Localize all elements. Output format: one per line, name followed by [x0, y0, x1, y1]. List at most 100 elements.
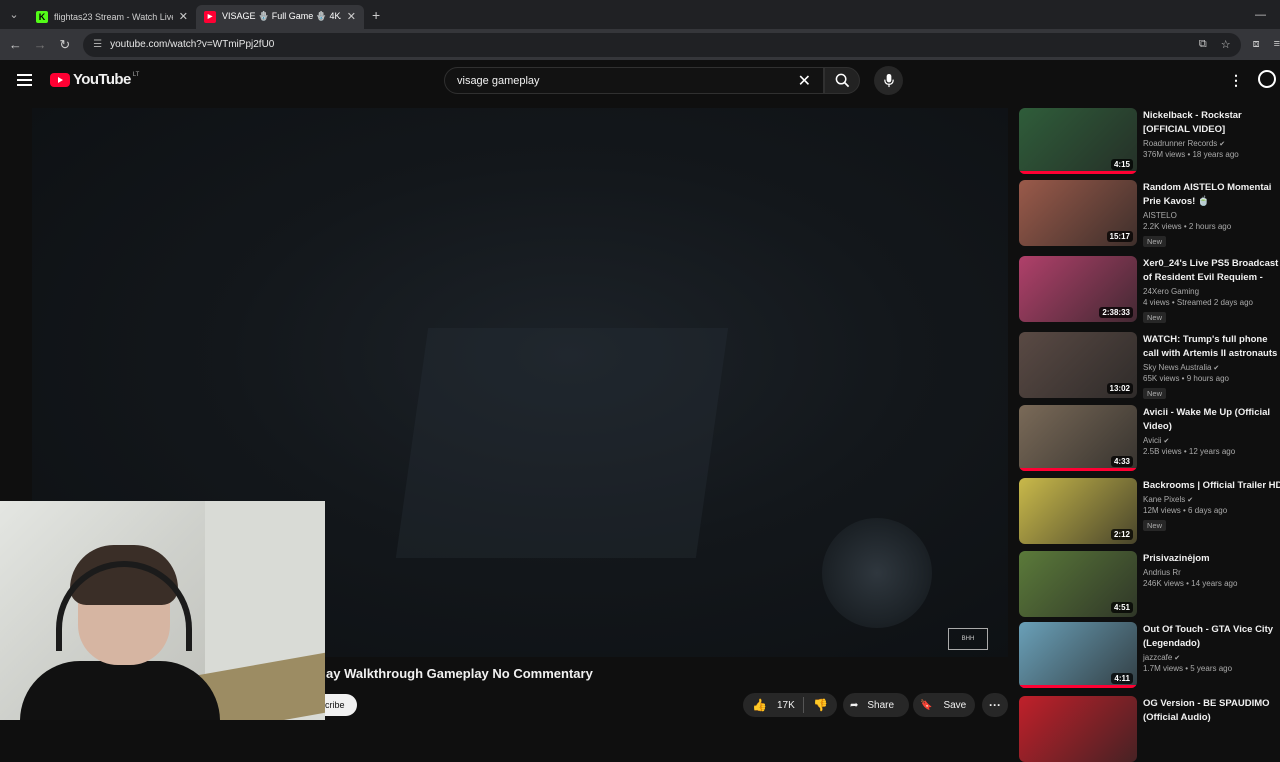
bookmark-star-icon[interactable]: ☆ — [1221, 38, 1231, 51]
new-badge: New — [1143, 520, 1167, 531]
clear-search-icon[interactable]: ✕ — [798, 71, 811, 91]
recommended-video-title[interactable]: Avicii - Wake Me Up (Official Video) — [1143, 406, 1280, 434]
recommended-video-title[interactable]: Random AISTELO Momentai Prie Kavos! 🍵 — [1143, 181, 1280, 209]
channel-name[interactable]: Roadrunner Records ✔ — [1143, 139, 1280, 148]
recommended-video[interactable]: 15:17 Random AISTELO Momentai Prie Kavos!… — [1019, 180, 1280, 247]
search-input[interactable]: visage gameplay ✕ — [444, 67, 824, 94]
address-bar[interactable]: ☰ youtube.com/watch?v=WTmiPpj2fU0 ⧉ ☆ — [83, 32, 1241, 57]
video-meta: 376M views • 18 years ago — [1143, 150, 1239, 159]
verified-icon: ✔ — [1185, 497, 1194, 504]
recommended-video-title[interactable]: Xer0_24's Live PS5 Broadcast of Resident… — [1143, 257, 1280, 285]
video-thumbnail[interactable]: 4:51 — [1019, 551, 1137, 617]
video-frame-light — [822, 518, 932, 628]
video-meta: 2.2K views • 2 hours ago — [1143, 222, 1232, 231]
video-thumbnail[interactable]: 4:33 — [1019, 405, 1137, 471]
channel-name[interactable]: jazzcafe ✔ — [1143, 653, 1280, 662]
video-info: Backrooms | Official Trailer HD Kane Pixe… — [1143, 479, 1280, 533]
recommended-video[interactable]: OG Version - BE SPAUDIMO (Official Audio… — [1019, 696, 1280, 762]
channel-name-text: Roadrunner Records — [1143, 139, 1218, 148]
close-tab-icon[interactable]: ✕ — [347, 10, 356, 23]
share-icon: ➦ — [850, 699, 859, 711]
subscribe-button[interactable]: cribe — [325, 694, 357, 716]
reload-button[interactable]: ↻ — [52, 37, 77, 53]
guide-menu-icon[interactable] — [17, 74, 32, 86]
recommended-video[interactable]: 4:33 Avicii - Wake Me Up (Official Video)… — [1019, 405, 1280, 471]
extensions-icon[interactable]: ⧈ — [1253, 38, 1260, 51]
channel-name[interactable]: Avicii ✔ — [1143, 436, 1280, 445]
video-info: Prisivazinėjom Andrius Rr 246K views • 14 … — [1143, 552, 1280, 588]
browser-menu-icon[interactable]: ≡ — [1274, 38, 1280, 51]
recommended-video[interactable]: 13:02 WATCH: Trump's full phone call with… — [1019, 332, 1280, 401]
save-label: Save — [943, 699, 967, 711]
video-duration: 4:15 — [1110, 159, 1133, 170]
channel-watermark[interactable]: BHH — [948, 628, 988, 650]
recommended-video-title[interactable]: OG Version - BE SPAUDIMO (Official Audio… — [1143, 697, 1280, 725]
recommended-video-title[interactable]: Out Of Touch - GTA Vice City (Legendado) — [1143, 623, 1280, 651]
video-thumbnail[interactable]: 4:15 — [1019, 108, 1137, 174]
save-button[interactable]: 🔖 Save — [913, 693, 975, 717]
recommended-video[interactable]: 4:15 Nickelback - Rockstar [OFFICIAL VIDE… — [1019, 108, 1280, 174]
channel-name[interactable]: Sky News Australia ✔ — [1143, 363, 1280, 372]
recommended-video-title[interactable]: WATCH: Trump's full phone call with Arte… — [1143, 333, 1280, 361]
tab-search-button[interactable]: ⌄ — [0, 0, 28, 29]
account-icon[interactable] — [1258, 70, 1276, 88]
search-button[interactable] — [824, 67, 860, 94]
recommended-video-title[interactable]: Backrooms | Official Trailer HD — [1143, 479, 1280, 493]
install-app-icon[interactable]: ⧉ — [1199, 38, 1207, 51]
video-thumbnail[interactable] — [1019, 696, 1137, 762]
settings-more-icon[interactable]: ⋮ — [1229, 72, 1243, 89]
recommended-video[interactable]: 2:12 Backrooms | Official Trailer HD Kane … — [1019, 478, 1280, 544]
voice-search-button[interactable] — [874, 66, 903, 95]
video-info: Xer0_24's Live PS5 Broadcast of Resident… — [1143, 257, 1280, 325]
new-tab-button[interactable]: + — [372, 7, 380, 23]
video-thumbnail[interactable]: 15:17 — [1019, 180, 1137, 246]
video-thumbnail[interactable]: 13:02 — [1019, 332, 1137, 398]
recommended-video[interactable]: 4:51 Prisivazinėjom Andrius Rr 246K views •… — [1019, 551, 1280, 617]
channel-name[interactable]: 24Xero Gaming — [1143, 287, 1280, 296]
youtube-header: YouTube LT visage gameplay ✕ ⋮ — [0, 60, 1280, 102]
video-duration: 15:17 — [1106, 231, 1133, 242]
search-query: visage gameplay — [457, 74, 540, 87]
verified-icon: ✔ — [1172, 655, 1181, 662]
tab-title: flightas23 Stream - Watch Live — [54, 11, 173, 22]
channel-name-text: Avicii — [1143, 436, 1162, 445]
browser-tab-kick[interactable]: K flightas23 Stream - Watch Live ✕ — [28, 5, 196, 29]
like-button[interactable]: 👍 17K — [743, 698, 803, 712]
more-horizontal-icon: ··· — [989, 698, 1001, 712]
video-frame-shape — [395, 328, 729, 558]
channel-name[interactable]: Kane Pixels ✔ — [1143, 495, 1280, 504]
video-meta: 4 views • Streamed 2 days ago — [1143, 298, 1253, 307]
share-button[interactable]: ➦ Share — [843, 693, 909, 717]
channel-name[interactable]: AISTELO — [1143, 211, 1280, 220]
recommended-video[interactable]: 2:38:33 Xer0_24's Live PS5 Broadcast of R… — [1019, 256, 1280, 325]
video-thumbnail[interactable]: 2:12 — [1019, 478, 1137, 544]
dislike-button[interactable]: 👎 — [804, 698, 828, 712]
channel-name[interactable]: Andrius Rr — [1143, 568, 1280, 577]
video-meta: 2.5B views • 12 years ago — [1143, 447, 1236, 456]
webcam-overlay — [0, 501, 325, 720]
search-icon — [835, 73, 849, 88]
verified-icon: ✔ — [1217, 141, 1226, 148]
minimize-icon[interactable]: — — [1255, 9, 1266, 21]
back-button[interactable]: ← — [3, 37, 28, 52]
browser-toolbar: ← → ↻ ☰ youtube.com/watch?v=WTmiPpj2fU0 … — [0, 29, 1280, 60]
more-actions-button[interactable]: ··· — [982, 693, 1008, 717]
browser-tab-youtube[interactable]: ▶ VISAGE 🪬 Full Game 🪬 4K/6... ✕ — [196, 4, 364, 29]
video-duration: 2:12 — [1110, 529, 1133, 540]
share-label: Share — [867, 699, 895, 711]
video-thumbnail[interactable]: 2:38:33 — [1019, 256, 1137, 322]
youtube-logo[interactable]: YouTube LT — [50, 71, 139, 88]
logo-text: YouTube — [73, 71, 131, 88]
site-info-icon[interactable]: ☰ — [93, 39, 102, 50]
recommended-video[interactable]: 4:11 Out Of Touch - GTA Vice City (Legend… — [1019, 622, 1280, 688]
verified-icon: ✔ — [1211, 365, 1220, 372]
recommended-video-title[interactable]: Nickelback - Rockstar [OFFICIAL VIDEO] — [1143, 109, 1280, 137]
channel-name-text: 24Xero Gaming — [1143, 287, 1200, 296]
video-info: Nickelback - Rockstar [OFFICIAL VIDEO] Ro… — [1143, 109, 1280, 159]
watch-progress-bar — [1019, 685, 1137, 688]
recommended-video-title[interactable]: Prisivazinėjom — [1143, 552, 1280, 566]
forward-button[interactable]: → — [28, 37, 53, 52]
close-tab-icon[interactable]: ✕ — [179, 10, 188, 23]
video-thumbnail[interactable]: 4:11 — [1019, 622, 1137, 688]
video-info: WATCH: Trump's full phone call with Arte… — [1143, 333, 1280, 401]
